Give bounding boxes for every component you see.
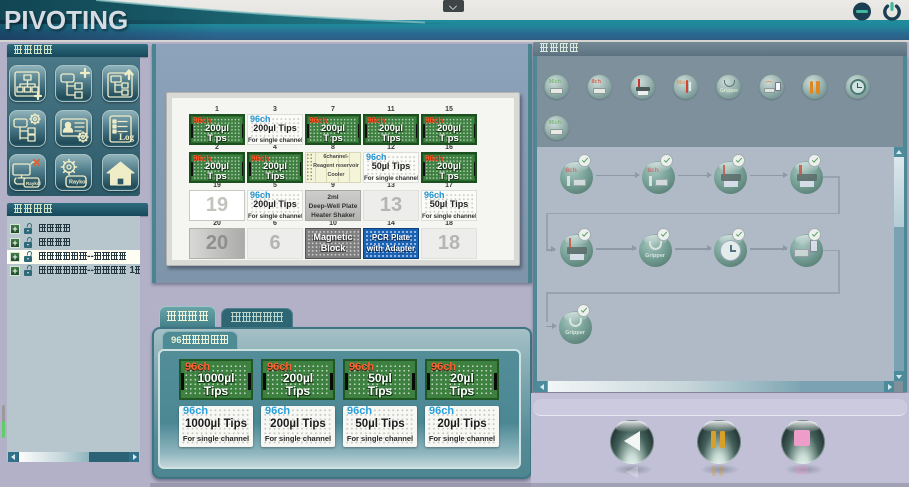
svg-text:Raykol: Raykol	[69, 179, 88, 185]
svg-text:Log: Log	[119, 132, 135, 142]
svg-text:Raykol: Raykol	[26, 181, 41, 186]
